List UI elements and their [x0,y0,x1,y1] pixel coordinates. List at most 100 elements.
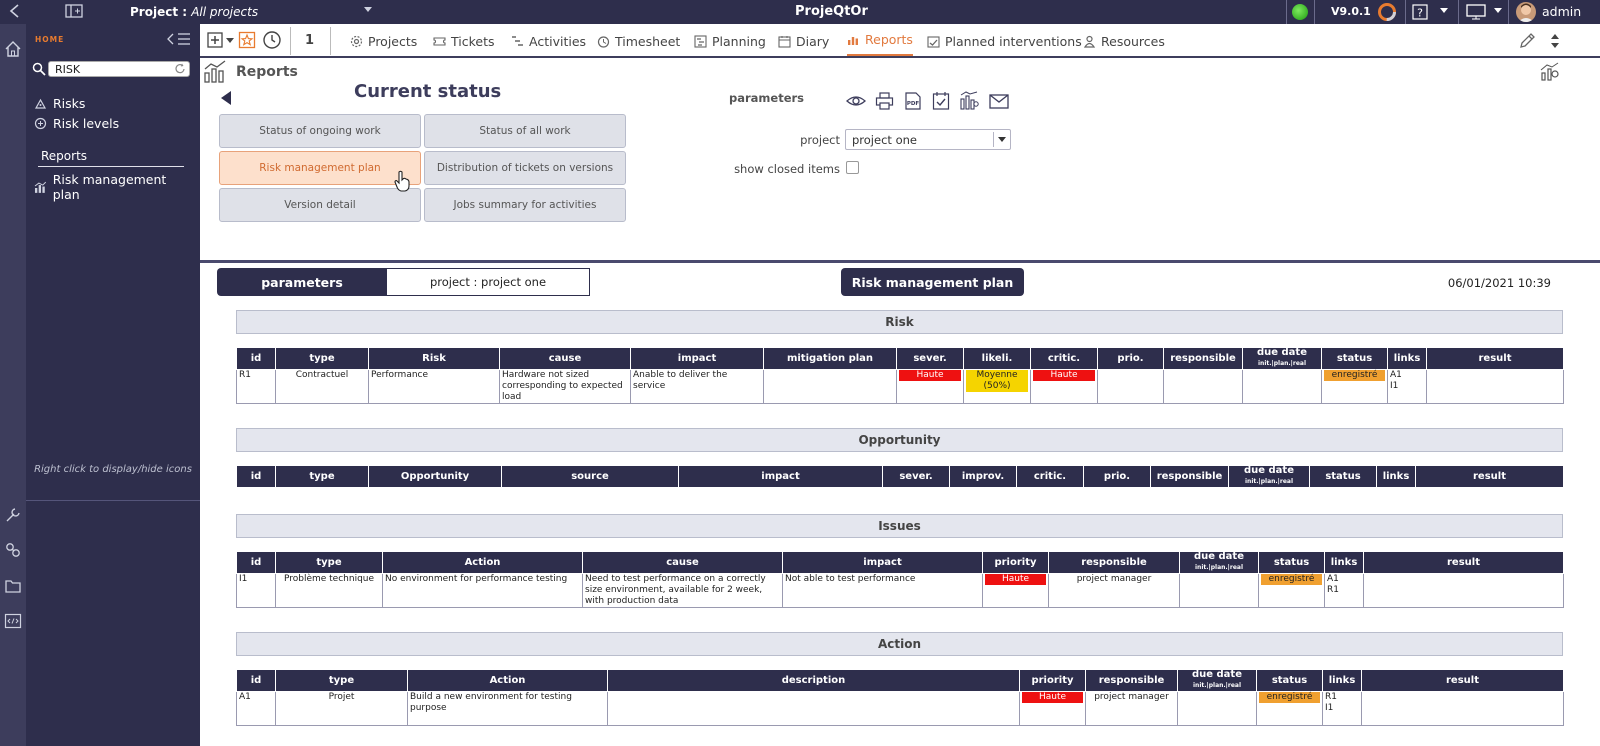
help-icon[interactable]: ? [1412,4,1428,20]
cell-cause: Need to test performance on a correctly … [582,573,783,608]
parameters-toggle-button[interactable]: parameters [217,268,387,296]
nav-tickets[interactable]: Tickets [433,24,495,58]
cell-action: Build a new environment for testing purp… [407,691,608,726]
project-selector[interactable]: Project : All projects [130,5,258,19]
report-button-distribution-tickets[interactable]: Distribution of tickets on versions [424,151,626,185]
col-subheader: init.|plan.|real [1258,360,1306,367]
report-button-status-all-work[interactable]: Status of all work [424,114,626,148]
col-header: result [1361,669,1564,692]
refresh-icon[interactable] [174,63,186,75]
plugin-icon[interactable] [4,541,22,559]
home-icon[interactable] [4,40,22,58]
issues-section-title: Issues [236,514,1563,538]
cell-links: R1 I1 [1322,691,1362,726]
col-header: mitigation plan [763,347,897,370]
col-header: id [236,347,276,370]
nav-diary[interactable]: Diary [778,24,829,58]
code-icon[interactable] [4,612,22,630]
sidebar-item-risks[interactable]: Risks [34,94,184,112]
nav-timesheet[interactable]: Timesheet [597,24,680,58]
col-header: due date [1256,347,1307,358]
col-header: improv. [949,465,1017,488]
add-icon[interactable] [207,32,223,48]
print-icon[interactable] [875,92,894,110]
nav-activities[interactable]: Activities [511,24,586,58]
nav-planning[interactable]: Planning [694,24,766,58]
col-header: type [275,551,383,574]
collapse-menu-icon[interactable] [167,32,191,46]
project-param-select[interactable]: project one [845,129,1011,150]
link-item[interactable]: A1 [1390,370,1424,381]
col-header: status [1256,669,1323,692]
sidebar-item-risk-management-plan[interactable]: Risk management plan [34,172,194,202]
wrench-icon[interactable] [4,506,22,524]
col-header: Opportunity [368,465,502,488]
show-closed-checkbox[interactable] [846,161,859,174]
col-header: result [1426,347,1564,370]
counter[interactable]: 1 [305,33,314,48]
link-item[interactable]: A1 [1327,574,1361,585]
col-header: impact [678,465,883,488]
favorites-icon[interactable] [238,31,256,49]
eye-icon[interactable] [846,93,866,109]
history-icon[interactable] [262,30,282,50]
col-header: id [236,465,276,488]
avatar[interactable] [1516,2,1536,22]
add-dropdown-icon[interactable] [226,38,234,43]
cell-impact: Anable to deliver the service [630,369,764,404]
cell-result [1426,369,1564,404]
report-button-status-ongoing-work[interactable]: Status of ongoing work [219,114,421,148]
table-row: A1 Projet Build a new environment for te… [236,691,1564,726]
report-button-version-detail[interactable]: Version detail [219,188,421,222]
report-button-risk-management-plan[interactable]: Risk management plan [219,151,421,185]
planning-check-icon[interactable] [932,91,950,110]
cell-cause: Hardware not sized corresponding to expe… [499,369,631,404]
link-item[interactable]: I1 [1390,381,1424,392]
collapse-left-icon[interactable] [8,3,20,19]
cell-due [1179,573,1259,608]
gear-icon [350,35,363,47]
user-name[interactable]: admin [1542,4,1581,19]
back-arrow-icon[interactable] [220,90,232,106]
col-header: description [607,669,1020,692]
link-item[interactable]: R1 [1325,692,1359,703]
link-item[interactable]: I1 [1325,703,1359,714]
cell-result [1361,691,1564,726]
screen-dropdown-icon[interactable] [1494,8,1502,14]
menu-search-input[interactable]: RISK [48,61,190,77]
report-options-icon[interactable] [1540,62,1560,82]
top-bar: Project : All projects ProjeQtOr V9.0.1 … [0,0,1600,24]
project-selector-icon[interactable] [65,4,83,18]
screen-icon[interactable] [1466,4,1486,20]
nav-projects[interactable]: Projects [350,24,417,58]
nav-resources[interactable]: Resources [1083,24,1165,58]
col-header: sever. [882,465,950,488]
chart-report-icon[interactable] [960,91,979,110]
scroll-arrows-icon[interactable] [1550,32,1560,50]
col-header: due date [1243,465,1294,476]
project-dropdown-icon[interactable] [364,7,372,13]
col-header: due date [1193,551,1244,562]
col-header: type [275,347,369,370]
cell-description [607,691,1020,726]
reports-header-icon [203,60,227,84]
nav-reports[interactable]: Reports [847,24,913,56]
nav-label: Projects [368,33,418,49]
app-title: ProjeQtOr [795,4,868,19]
report-param-summary: project : project one [386,268,590,296]
col-header: id [236,669,276,692]
nav-planned-interventions[interactable]: Planned interventions [927,24,1082,58]
help-dropdown-icon[interactable] [1440,8,1448,14]
nav-label: Activities [529,33,587,49]
col-header: status [1321,347,1388,370]
link-item[interactable]: R1 [1327,585,1361,596]
report-button-jobs-summary[interactable]: Jobs summary for activities [424,188,626,222]
pdf-icon[interactable]: PDF [904,92,922,110]
cell-links: A1 I1 [1387,369,1427,404]
email-icon[interactable] [989,94,1009,109]
cell-due [1177,691,1257,726]
folder-icon[interactable] [4,577,22,595]
sidebar-item-risk-levels[interactable]: Risk levels [34,114,184,132]
edit-pencil-icon[interactable] [1518,32,1536,50]
col-header: result [1363,551,1564,574]
